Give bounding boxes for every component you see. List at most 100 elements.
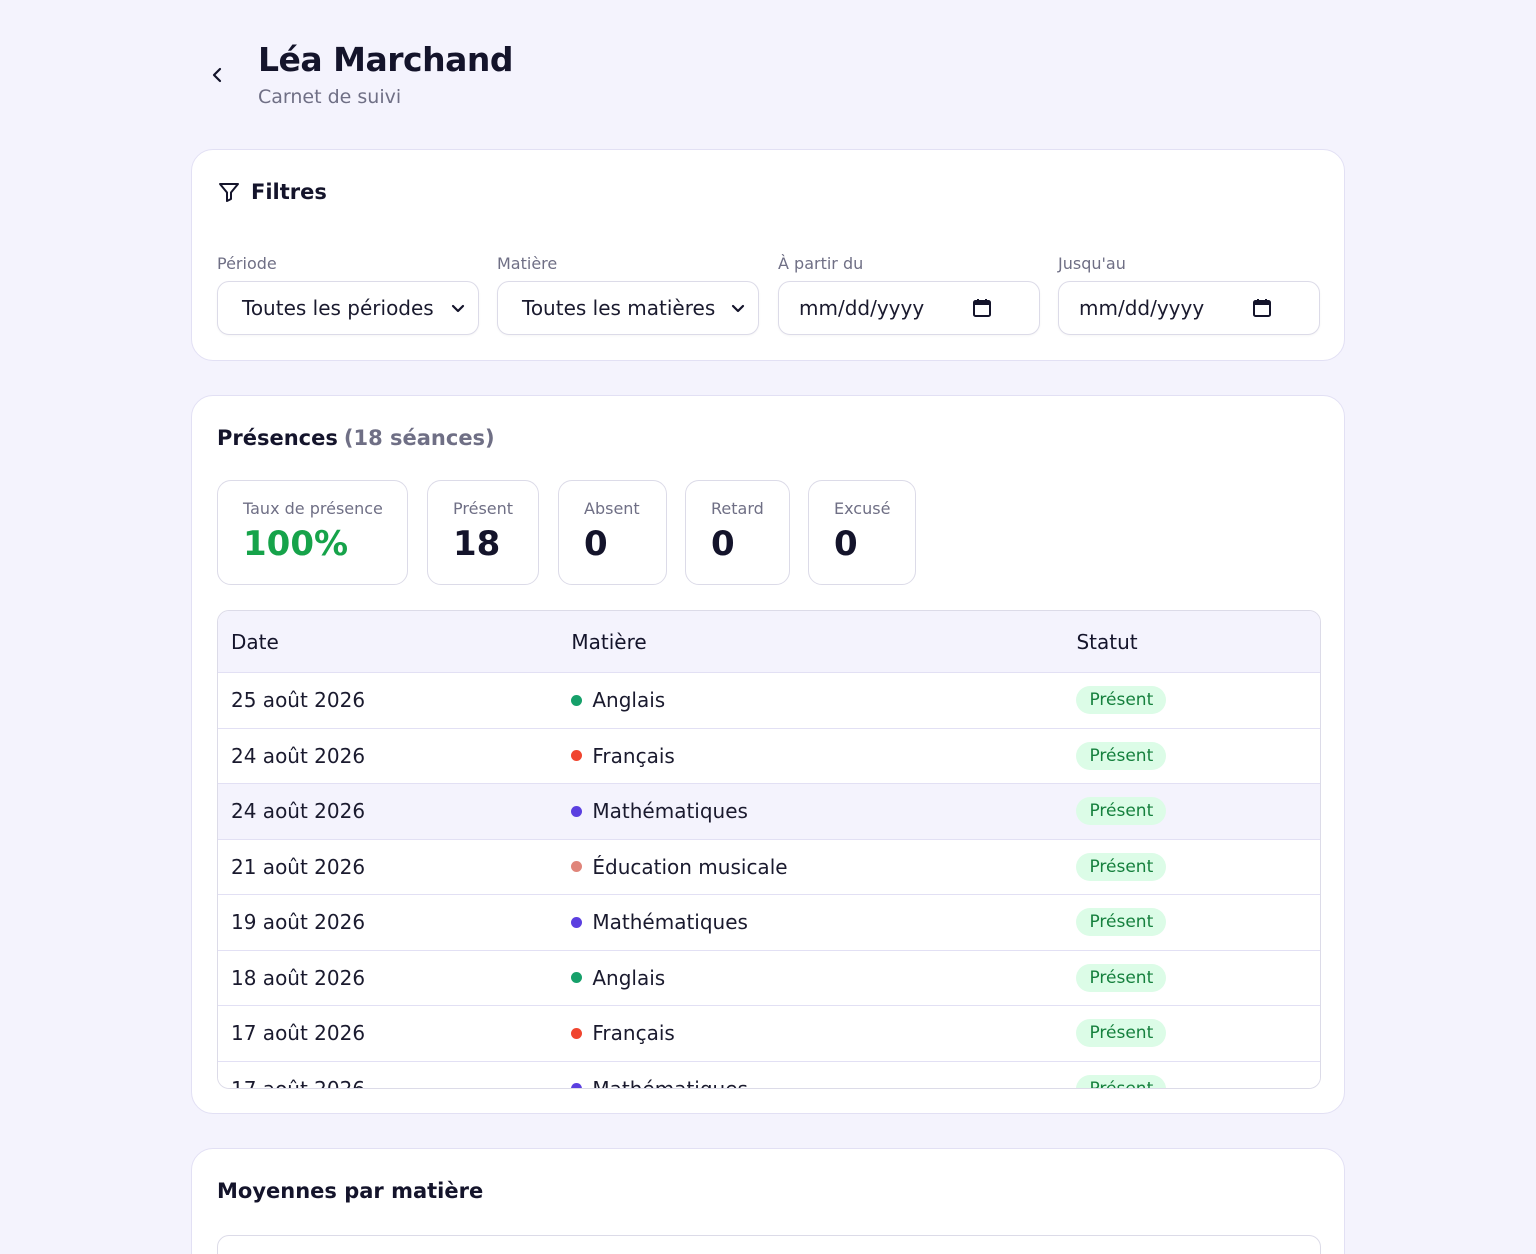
column-header-subject[interactable]: Matière (571, 611, 1076, 672)
stat-value: 0 (834, 524, 858, 564)
row-date: 24 août 2026 (231, 743, 366, 768)
subject-color-dot (571, 861, 583, 873)
status-badge: Présent (1076, 852, 1167, 881)
subject-select[interactable]: Toutes les matières (497, 281, 759, 335)
subject-color-dot (571, 805, 583, 817)
presences-title: Présences (217, 426, 338, 450)
row-date: 24 août 2026 (231, 799, 366, 824)
period-select[interactable]: Toutes les périodes (217, 281, 479, 335)
from-date-label: À partir du (778, 254, 864, 273)
table-row[interactable]: 18 août 2026 Anglais Présent (218, 950, 1320, 1006)
subject-name: Mathématiques (592, 910, 748, 935)
page-subtitle: Carnet de suivi (258, 86, 402, 108)
subject-name: Éducation musicale (592, 854, 788, 879)
table-row[interactable]: 24 août 2026 Mathématiques Présent (218, 784, 1320, 840)
row-status: Présent (1076, 951, 1320, 1006)
filters-title: Filtres (251, 180, 327, 204)
period-filter: Période Toutes les périodes (217, 254, 479, 335)
calendar-icon[interactable] (971, 297, 993, 319)
subject-color-dot (571, 1027, 583, 1039)
stat-value: 100% (243, 524, 349, 564)
subject-name: Anglais (592, 965, 666, 990)
filters-card: Filtres Période Toutes les périodes Mati… (191, 149, 1345, 361)
presences-heading: Présences (18 séances) (217, 426, 495, 450)
status-badge: Présent (1076, 741, 1167, 770)
status-badge: Présent (1076, 908, 1167, 937)
row-status: Présent (1076, 1062, 1320, 1088)
stat-label: Excusé (834, 499, 891, 518)
table-row[interactable]: 17 août 2026 Mathématiques Présent (218, 1061, 1320, 1089)
table-row[interactable]: 19 août 2026 Mathématiques Présent (218, 895, 1320, 951)
subject-color-dot (571, 750, 583, 762)
subject-filter: Matière Toutes les matières (497, 254, 759, 335)
stat-excused: Excusé 0 (808, 480, 916, 585)
stat-value: 0 (711, 524, 735, 564)
table-row[interactable]: 24 août 2026 Français Présent (218, 728, 1320, 784)
table-row[interactable]: 17 août 2026 Français Présent (218, 1006, 1320, 1062)
attendance-table[interactable]: Date Matière Statut 25 août 2026 Anglais P… (217, 610, 1321, 1089)
stat-attendance-rate: Taux de présence 100% (217, 480, 408, 585)
subject-color-dot (571, 694, 583, 706)
status-badge: Présent (1076, 797, 1167, 826)
to-date-label: Jusqu'au (1058, 254, 1126, 273)
stat-value: 0 (584, 524, 608, 564)
subject-color-dot (571, 972, 583, 984)
subject-name: Français (592, 1021, 675, 1046)
row-subject: Mathématiques (571, 895, 1076, 950)
subject-name: Français (592, 743, 675, 768)
from-date-filter: À partir du mm/dd/yyyy (778, 254, 1040, 335)
stat-present: Présent 18 (427, 480, 539, 585)
row-subject: Anglais (571, 673, 1076, 728)
row-date: 25 août 2026 (231, 688, 366, 713)
stat-label: Absent (584, 499, 640, 518)
subject-value: Toutes les matières (522, 296, 716, 320)
filter-icon (219, 183, 239, 202)
to-date-input[interactable]: mm/dd/yyyy (1058, 281, 1320, 335)
sessions-count: (18 séances) (343, 426, 495, 450)
row-subject: Français (571, 1006, 1076, 1061)
subject-name: Mathématiques (592, 1076, 748, 1089)
row-subject: Mathématiques (571, 1062, 1076, 1089)
stat-label: Retard (711, 499, 764, 518)
from-date-input[interactable]: mm/dd/yyyy (778, 281, 1040, 335)
stat-label: Présent (453, 499, 514, 518)
row-subject: Mathématiques (571, 784, 1076, 839)
row-date: 18 août 2026 (231, 965, 366, 990)
averages-table (217, 1235, 1321, 1254)
row-status: Présent (1076, 729, 1320, 784)
to-date-filter: Jusqu'au mm/dd/yyyy (1058, 254, 1320, 335)
status-badge: Présent (1076, 1019, 1167, 1048)
row-status: Présent (1076, 895, 1320, 950)
to-date-placeholder: mm/dd/yyyy (1079, 296, 1205, 320)
column-header-date[interactable]: Date (218, 611, 571, 672)
status-badge: Présent (1076, 686, 1167, 715)
row-status: Présent (1076, 840, 1320, 895)
table-row[interactable]: 21 août 2026 Éducation musicale Présent (218, 839, 1320, 895)
calendar-icon[interactable] (1251, 297, 1273, 319)
row-date: 17 août 2026 (231, 1021, 366, 1046)
page-header: Léa Marchand Carnet de suivi (200, 40, 900, 120)
row-status: Présent (1076, 1006, 1320, 1061)
row-status: Présent (1076, 784, 1320, 839)
stat-late: Retard 0 (685, 480, 790, 585)
presences-card: Présences (18 séances) Taux de présence … (191, 395, 1345, 1114)
row-subject: Anglais (571, 951, 1076, 1006)
averages-card: Moyennes par matière (191, 1148, 1345, 1254)
row-subject: Français (571, 729, 1076, 784)
chevron-down-icon (451, 304, 465, 313)
table-row[interactable]: 25 août 2026 Anglais Présent (218, 673, 1320, 729)
subject-label: Matière (497, 254, 558, 273)
row-status: Présent (1076, 673, 1320, 728)
chevron-down-icon (731, 304, 745, 313)
status-badge: Présent (1076, 1074, 1167, 1088)
row-date: 17 août 2026 (231, 1076, 366, 1089)
back-button[interactable] (206, 64, 228, 86)
subject-name: Anglais (592, 688, 666, 713)
status-badge: Présent (1076, 963, 1167, 992)
stat-absent: Absent 0 (558, 480, 667, 585)
subject-color-dot (571, 916, 583, 928)
column-header-status[interactable]: Statut (1076, 611, 1320, 672)
period-value: Toutes les périodes (242, 296, 434, 320)
averages-heading: Moyennes par matière (217, 1179, 484, 1203)
from-date-placeholder: mm/dd/yyyy (799, 296, 925, 320)
